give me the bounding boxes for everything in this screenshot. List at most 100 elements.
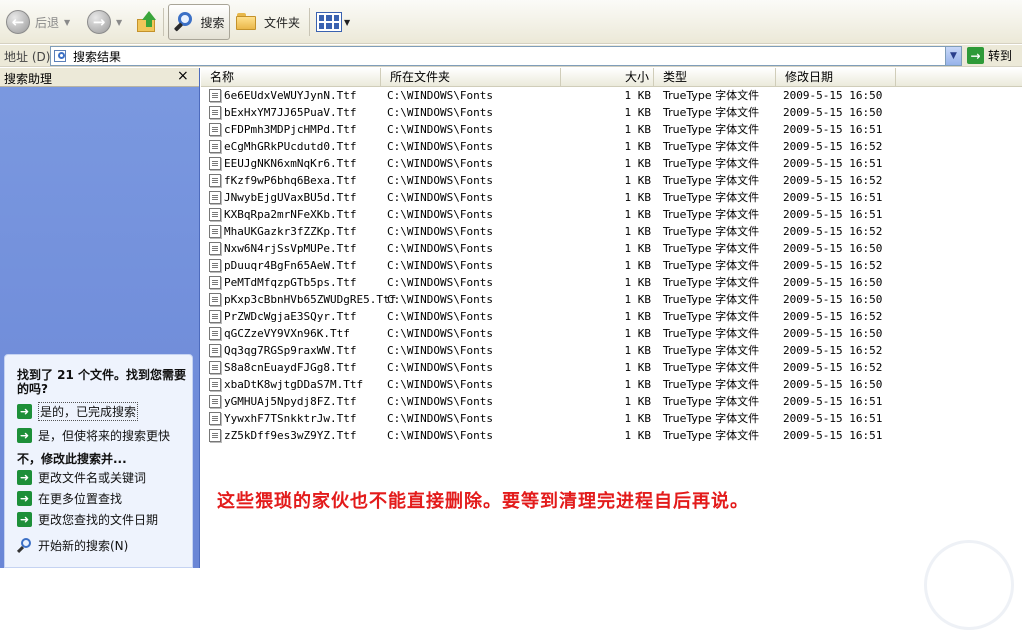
forward-arrow-icon: →	[87, 10, 111, 34]
file-size: 1 KB	[624, 208, 652, 221]
file-type: TrueType 字体文件	[663, 225, 760, 238]
column-header-type[interactable]: 类型	[654, 68, 776, 86]
file-size: 1 KB	[624, 344, 652, 357]
font-file-icon	[209, 395, 221, 408]
views-icon	[316, 12, 342, 32]
file-modified: 2009-5-15 16:52	[783, 174, 883, 187]
file-name: qGCZzeVY9VXn96K.Ttf	[224, 327, 350, 340]
go-arrow-icon: →	[967, 47, 984, 64]
file-type: TrueType 字体文件	[663, 89, 760, 102]
green-arrow-icon: ➜	[17, 469, 32, 485]
annotation-text: 这些猥琐的家伙也不能直接删除。要等到清理完进程自后再说。	[217, 491, 749, 512]
option-faster[interactable]: ➜ 是，但使将来的搜索更快	[17, 427, 170, 443]
file-type: TrueType 字体文件	[663, 310, 760, 323]
file-row[interactable]: fKzf9wP6bhq6Bexa.Ttf C:\WINDOWS\Fonts 1 KB…	[201, 172, 1022, 189]
file-name: PeMTdMfqzpGTb5ps.Ttf	[224, 276, 357, 289]
folder-icon	[236, 13, 258, 31]
green-arrow-icon: ➜	[17, 490, 32, 506]
file-row[interactable]: Qq3qg7RGSp9raxWW.Ttf C:\WINDOWS\Fonts 1 KB…	[201, 342, 1022, 359]
file-row[interactable]: MhaUKGazkr3fZZKp.Ttf C:\WINDOWS\Fonts 1 KB…	[201, 223, 1022, 240]
file-type: TrueType 字体文件	[663, 123, 760, 136]
address-input[interactable]: 搜索结果 ▼	[50, 46, 962, 66]
file-name: Nxw6N4rjSsVpMUPe.Ttf	[224, 242, 357, 255]
toolbar: ← 后退 ▼ → ▼ 搜索 文件夹 ▼	[0, 0, 1022, 44]
file-row[interactable]: cFDPmh3MDPjcHMPd.Ttf C:\WINDOWS\Fonts 1 KB…	[201, 121, 1022, 138]
watermark-logo	[924, 540, 1014, 630]
column-header-name[interactable]: 名称	[201, 68, 381, 86]
file-row[interactable]: yGMHUAj5Npydj8FZ.Ttf C:\WINDOWS\Fonts 1 KB…	[201, 393, 1022, 410]
option-label: 更改文件名或关键词	[38, 470, 147, 485]
toolbar-separator	[163, 8, 164, 36]
file-modified: 2009-5-15 16:50	[783, 276, 883, 289]
file-row[interactable]: eCgMhGRkPUcdutd0.Ttf C:\WINDOWS\Fonts 1 KB…	[201, 138, 1022, 155]
file-row[interactable]: S8a8cnEuaydFJGg8.Ttf C:\WINDOWS\Fonts 1 KB…	[201, 359, 1022, 376]
search-button[interactable]: 搜索	[168, 4, 230, 40]
file-size: 1 KB	[624, 293, 652, 306]
file-row[interactable]: xbaDtK8wjtgDDaS7M.Ttf C:\WINDOWS\Fonts 1 K…	[201, 376, 1022, 393]
file-row[interactable]: PrZWDcWgjaE3SQyr.Ttf C:\WINDOWS\Fonts 1 KB…	[201, 308, 1022, 325]
up-folder-button[interactable]	[136, 6, 158, 38]
address-value: 搜索结果	[73, 49, 122, 64]
search-icon	[173, 11, 195, 33]
result-question: 找到了 21 个文件。找到您需要的吗?	[17, 368, 187, 396]
column-header-size[interactable]: 大小	[561, 68, 654, 86]
file-type: TrueType 字体文件	[663, 140, 760, 153]
file-row[interactable]: KXBqRpa2mrNFeXKb.Ttf C:\WINDOWS\Fonts 1 KB…	[201, 206, 1022, 223]
font-file-icon	[209, 106, 221, 119]
option-done[interactable]: ➜ 是的，已完成搜索	[17, 401, 139, 421]
file-folder: C:\WINDOWS\Fonts	[387, 395, 493, 408]
address-label: 地址 (D)	[4, 50, 51, 64]
forward-dropdown-icon[interactable]: ▼	[116, 18, 122, 27]
file-name: 6e6EUdxVeWUYJynN.Ttf	[224, 89, 357, 102]
folders-button[interactable]: 文件夹	[236, 6, 300, 38]
column-header-folder[interactable]: 所在文件夹	[381, 68, 561, 86]
file-modified: 2009-5-15 16:50	[783, 327, 883, 340]
back-button[interactable]: ← 后退 ▼	[6, 6, 70, 38]
file-row[interactable]: bExHxYM7JJ65PuaV.Ttf C:\WINDOWS\Fonts 1 KB…	[201, 104, 1022, 121]
go-button[interactable]: → 转到	[967, 47, 1012, 64]
pane-header: 搜索助理 ×	[0, 68, 199, 87]
back-dropdown-icon[interactable]: ▼	[64, 18, 70, 27]
file-size: 1 KB	[624, 123, 652, 136]
file-row[interactable]: pDuuqr4BgFn65AeW.Ttf C:\WINDOWS\Fonts 1 KB…	[201, 257, 1022, 274]
font-file-icon	[209, 259, 221, 272]
column-header-modified[interactable]: 修改日期	[776, 68, 896, 86]
option-change-date[interactable]: ➜ 更改您查找的文件日期	[17, 511, 158, 527]
file-name: KXBqRpa2mrNFeXKb.Ttf	[224, 208, 357, 221]
file-row[interactable]: zZ5kDff9es3wZ9YZ.Ttf C:\WINDOWS\Fonts 1 KB…	[201, 427, 1022, 444]
file-row[interactable]: pKxp3cBbnHVb65ZWUDgRE5.Ttf C:\WINDOWS\Fon…	[201, 291, 1022, 308]
option-more-locations[interactable]: ➜ 在更多位置查找	[17, 490, 122, 506]
refine-heading: 不，修改此搜索并...	[17, 452, 127, 466]
forward-button[interactable]: → ▼	[87, 6, 122, 38]
close-icon[interactable]: ×	[177, 68, 189, 84]
file-folder: C:\WINDOWS\Fonts	[387, 310, 493, 323]
file-type: TrueType 字体文件	[663, 174, 760, 187]
views-dropdown-icon[interactable]: ▼	[344, 18, 350, 27]
file-folder: C:\WINDOWS\Fonts	[387, 276, 493, 289]
file-size: 1 KB	[624, 106, 652, 119]
file-row[interactable]: EEUJgNKN6xmNqKr6.Ttf C:\WINDOWS\Fonts 1 KB…	[201, 155, 1022, 172]
option-new-search[interactable]: 开始新的搜索(N)	[16, 537, 128, 553]
file-name: YywxhF7TSnkktrJw.Ttf	[224, 412, 357, 425]
back-label: 后退	[35, 15, 60, 30]
file-type: TrueType 字体文件	[663, 293, 760, 306]
file-row[interactable]: qGCZzeVY9VXn96K.Ttf C:\WINDOWS\Fonts 1 KB T…	[201, 325, 1022, 342]
option-change-name[interactable]: ➜ 更改文件名或关键词	[17, 469, 146, 485]
views-button[interactable]: ▼	[316, 6, 350, 38]
font-file-icon	[209, 157, 221, 170]
file-size: 1 KB	[624, 310, 652, 323]
file-size: 1 KB	[624, 361, 652, 374]
file-row[interactable]: PeMTdMfqzpGTb5ps.Ttf C:\WINDOWS\Fonts 1 KB…	[201, 274, 1022, 291]
file-type: TrueType 字体文件	[663, 361, 760, 374]
file-name: fKzf9wP6bhq6Bexa.Ttf	[224, 174, 357, 187]
file-row[interactable]: JNwybEjgUVaxBU5d.Ttf C:\WINDOWS\Fonts 1 KB…	[201, 189, 1022, 206]
file-row[interactable]: Nxw6N4rjSsVpMUPe.Ttf C:\WINDOWS\Fonts 1 KB…	[201, 240, 1022, 257]
file-row[interactable]: 6e6EUdxVeWUYJynN.Ttf C:\WINDOWS\Fonts 1 KB…	[201, 87, 1022, 104]
file-row[interactable]: YywxhF7TSnkktrJw.Ttf C:\WINDOWS\Fonts 1 KB…	[201, 410, 1022, 427]
file-type: TrueType 字体文件	[663, 378, 760, 391]
option-label: 在更多位置查找	[38, 491, 123, 506]
file-name: PrZWDcWgjaE3SQyr.Ttf	[224, 310, 357, 323]
assistant-panel: 找到了 21 个文件。找到您需要的吗? ➜ 是的，已完成搜索 ➜ 是，但使将来的…	[4, 354, 193, 568]
address-dropdown-icon[interactable]: ▼	[945, 47, 961, 65]
file-size: 1 KB	[624, 412, 652, 425]
